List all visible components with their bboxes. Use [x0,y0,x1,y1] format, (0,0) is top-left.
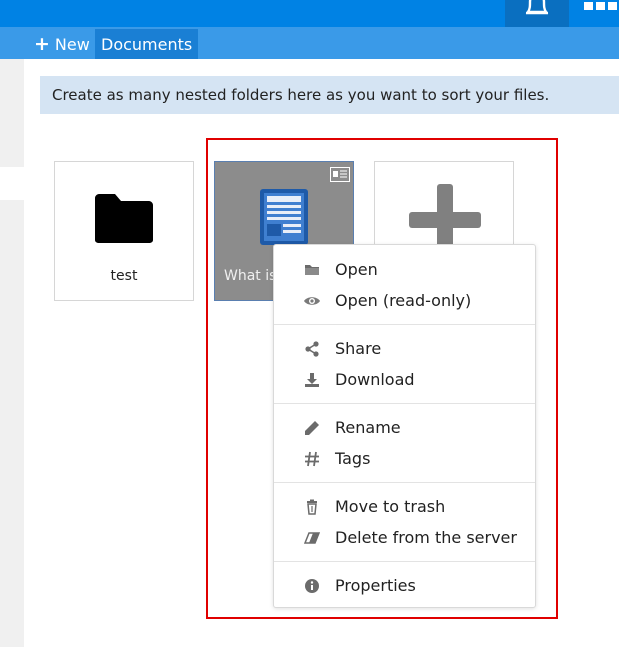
sidebar-lower [0,200,24,647]
breadcrumb-documents[interactable]: Documents [95,29,199,59]
menu-item-label: Share [335,339,382,358]
menu-item-delete-from-server[interactable]: Delete from the server [274,522,535,553]
download-icon [305,373,319,387]
menu-item-download[interactable]: Download [274,364,535,395]
plus-icon: + [34,32,50,55]
share-icon [305,341,319,357]
top-bar [0,0,619,27]
bell-icon [525,0,549,15]
menu-item-open[interactable]: Open [274,254,535,285]
menu-item-label: Download [335,370,415,389]
folder-name: test [110,268,138,284]
menu-item-tags[interactable]: Tags [274,443,535,474]
menu-separator [274,324,535,325]
eraser-icon [304,532,320,544]
menu-item-label: Tags [335,449,371,468]
menu-separator [274,561,535,562]
menu-item-move-to-trash[interactable]: Move to trash [274,491,535,522]
folder-icon [305,265,319,275]
menu-separator [274,482,535,483]
menu-item-open-read-only[interactable]: Open (read-only) [274,285,535,316]
folder-tile[interactable]: test [54,161,194,301]
menu-item-rename[interactable]: Rename [274,412,535,443]
menu-item-label: Move to trash [335,497,446,516]
info-banner-text: Create as many nested folders here as yo… [52,86,550,104]
new-button[interactable]: + New [26,29,98,59]
menu-item-label: Rename [335,418,401,437]
eye-icon [304,297,320,305]
context-menu: Open Open (read-only) Share Download Ren… [273,244,536,608]
sidebar [0,59,24,167]
info-banner: Create as many nested folders here as yo… [40,76,619,114]
menu-separator [274,403,535,404]
menu-item-label: Properties [335,576,416,595]
menu-item-label: Open [335,260,378,279]
menu-item-share[interactable]: Share [274,333,535,364]
id-card-icon [330,167,350,182]
apps-grid-icon[interactable] [584,2,618,12]
hashtag-icon [305,451,319,467]
menu-item-label: Delete from the server [335,528,517,547]
trash-icon [307,499,317,515]
menu-item-properties[interactable]: Properties [274,570,535,601]
new-button-label: New [54,34,90,54]
info-icon [305,579,319,593]
pencil-icon [305,421,319,435]
folder-icon [95,194,153,243]
menu-item-label: Open (read-only) [335,291,472,310]
document-icon [260,189,308,245]
notifications-button[interactable] [505,0,569,27]
